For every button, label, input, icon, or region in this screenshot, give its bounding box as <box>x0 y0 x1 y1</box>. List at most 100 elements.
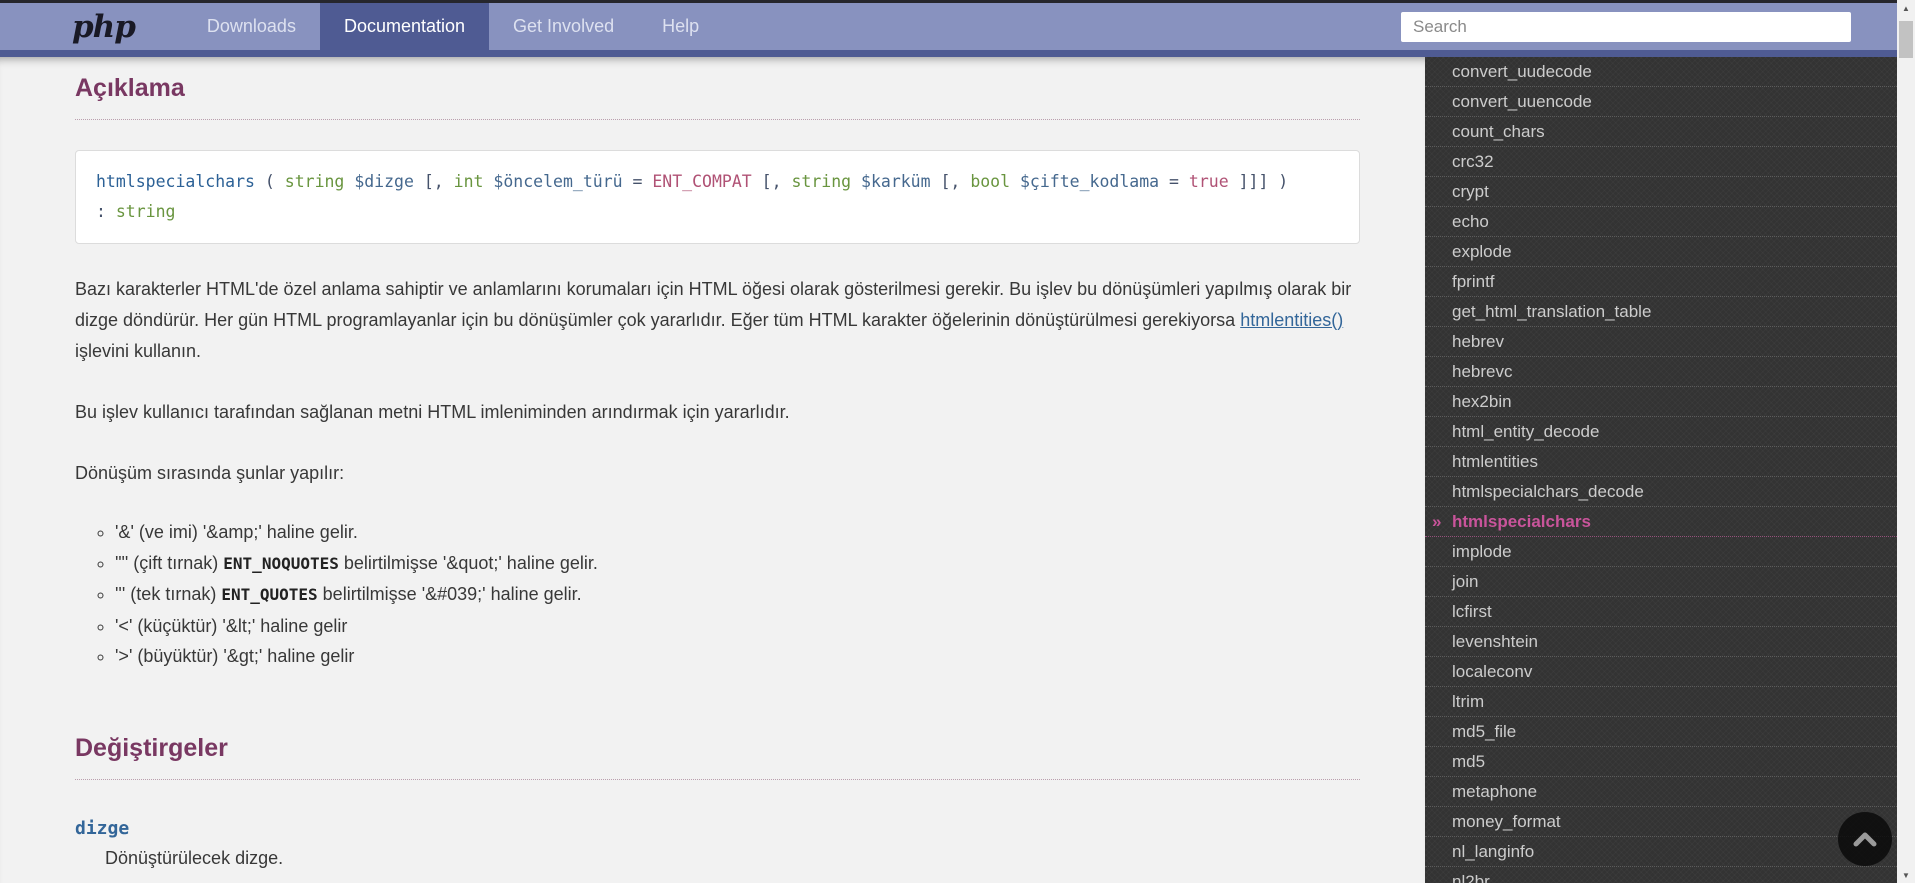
signature-token-param: $çifte_kodlama <box>1020 172 1160 191</box>
function-sidebar: convert_uudecode convert_uuencode count_ch… <box>1425 57 1897 883</box>
text-segment: belirtilmişse '&#039;' haline gelir. <box>317 584 582 604</box>
text-segment: ''' (tek tırnak) <box>115 584 222 604</box>
nav-item-downloads[interactable]: Downloads <box>183 3 320 57</box>
site-header: php Downloads Documentation Get Involved He… <box>0 3 1897 57</box>
signature-token-type: string <box>284 172 345 191</box>
sidebar-item-label: metaphone <box>1452 782 1538 801</box>
sidebar-item-label: htmlentities <box>1452 452 1538 471</box>
constant-code: ENT_QUOTES <box>221 585 318 604</box>
main-nav: Downloads Documentation Get Involved Help <box>183 3 723 57</box>
sidebar-item-label: html_entity_decode <box>1452 422 1600 441</box>
signature-token-plain <box>344 172 354 191</box>
section-heading-description: Açıklama <box>75 74 1360 120</box>
sidebar-item-localeconv[interactable]: localeconv <box>1425 657 1897 687</box>
doc-link[interactable]: htmlentities() <box>1240 310 1343 330</box>
text-segment: '&' (ve imi) '&amp;' haline gelir. <box>115 522 358 542</box>
sidebar-item-nl_langinfo[interactable]: nl_langinfo <box>1425 837 1897 867</box>
nav-item-get-involved[interactable]: Get Involved <box>489 3 638 57</box>
conversion-item: '&' (ve imi) '&amp;' haline gelir. <box>115 517 1275 548</box>
signature-token-plain: = <box>622 172 653 191</box>
signature-line-2: : string <box>96 197 1339 227</box>
scroll-to-top-button[interactable] <box>1838 812 1892 866</box>
sidebar-item-label: convert_uuencode <box>1452 92 1592 111</box>
sidebar-item-implode[interactable]: implode <box>1425 537 1897 567</box>
sidebar-item-echo[interactable]: echo <box>1425 207 1897 237</box>
scrollbar-up-arrow-icon[interactable]: ▲ <box>1897 0 1915 16</box>
scrollbar-down-arrow-icon[interactable]: ▼ <box>1897 867 1915 883</box>
signature-token-plain: : <box>96 202 116 221</box>
text-segment: Bazı karakterler HTML'de özel anlama sah… <box>75 279 1352 330</box>
sidebar-item-hebrev[interactable]: hebrev <box>1425 327 1897 357</box>
sidebar-item-label: echo <box>1452 212 1489 231</box>
sidebar-item-hebrevc[interactable]: hebrevc <box>1425 357 1897 387</box>
sidebar-item-convert_uudecode[interactable]: convert_uudecode <box>1425 57 1897 87</box>
sidebar-item-label: money_format <box>1452 812 1561 831</box>
sidebar-item-label: crypt <box>1452 182 1489 201</box>
text-segment: '<' (küçüktür) '&lt;' haline gelir <box>115 615 348 636</box>
content-row: Açıklama htmlspecialchars ( string $dizg… <box>0 57 1897 883</box>
sidebar-item-label: nl2br <box>1452 872 1490 883</box>
text-segment: işlevini kullanın. <box>75 341 202 361</box>
sidebar-item-money_format[interactable]: money_format <box>1425 807 1897 837</box>
sidebar-item-htmlentities[interactable]: htmlentities <box>1425 447 1897 477</box>
parameter-name: dizge <box>75 817 130 839</box>
sidebar-item-label: explode <box>1452 242 1512 261</box>
signature-token-param: $dizge <box>354 172 414 191</box>
function-signature: htmlspecialchars ( string $dizge [, int … <box>75 150 1360 244</box>
signature-token-type: int <box>453 172 484 191</box>
sidebar-item-nl2br[interactable]: nl2br <box>1425 867 1897 883</box>
sidebar-item-label: levenshtein <box>1452 632 1539 651</box>
description-paragraph-1: Bazı karakterler HTML'de özel anlama sah… <box>75 274 1360 367</box>
browser-scrollbar[interactable]: ▲ ▼ <box>1897 0 1915 883</box>
sidebar-item-label: hebrev <box>1452 332 1504 351</box>
conversion-item: '<' (küçüktür) '&lt;' haline gelir <box>115 611 1275 642</box>
sidebar-item-lcfirst[interactable]: lcfirst <box>1425 597 1897 627</box>
page-column: php Downloads Documentation Get Involved He… <box>0 0 1897 883</box>
sidebar-item-htmlspecialchars_decode[interactable]: htmlspecialchars_decode <box>1425 477 1897 507</box>
sidebar-item-label: htmlspecialchars_decode <box>1452 482 1644 501</box>
sidebar-item-md5[interactable]: md5 <box>1425 747 1897 777</box>
sidebar-item-htmlspecialchars[interactable]: » htmlspecialchars <box>1425 507 1897 537</box>
sidebar-item-label: hebrevc <box>1452 362 1513 381</box>
search-input[interactable] <box>1401 11 1851 42</box>
signature-token-type: string <box>115 202 176 221</box>
signature-token-plain: ( <box>254 172 285 191</box>
sidebar-item-ltrim[interactable]: ltrim <box>1425 687 1897 717</box>
conversion-item: ''' (tek tırnak) ENT_QUOTES belirtilmişs… <box>115 579 1275 611</box>
signature-token-const: true <box>1188 172 1229 191</box>
function-list: convert_uudecode convert_uuencode count_ch… <box>1425 57 1897 883</box>
sidebar-item-fprintf[interactable]: fprintf <box>1425 267 1897 297</box>
signature-token-plain <box>851 172 861 191</box>
sidebar-item-count_chars[interactable]: count_chars <box>1425 117 1897 147</box>
sidebar-item-crypt[interactable]: crypt <box>1425 177 1897 207</box>
sidebar-item-join[interactable]: join <box>1425 567 1897 597</box>
signature-token-plain: [, <box>413 172 454 191</box>
sidebar-item-convert_uuencode[interactable]: convert_uuencode <box>1425 87 1897 117</box>
sidebar-item-label: count_chars <box>1452 122 1545 141</box>
sidebar-item-md5_file[interactable]: md5_file <box>1425 717 1897 747</box>
php-logo[interactable]: php <box>72 9 136 45</box>
description-paragraph-3: Dönüşüm sırasında şunlar yapılır: <box>75 463 345 483</box>
nav-item-help[interactable]: Help <box>638 3 723 57</box>
section-heading-parameters: Değiştirgeler <box>75 734 1360 780</box>
signature-token-plain: [, <box>751 172 792 191</box>
sidebar-item-metaphone[interactable]: metaphone <box>1425 777 1897 807</box>
signature-token-param: $öncelem_türü <box>493 172 623 191</box>
nav-item-documentation[interactable]: Documentation <box>319 3 490 57</box>
sidebar-item-explode[interactable]: explode <box>1425 237 1897 267</box>
doc-main: Açıklama htmlspecialchars ( string $dizg… <box>0 57 1425 883</box>
sidebar-item-html_entity_decode[interactable]: html_entity_decode <box>1425 417 1897 447</box>
sidebar-item-get_html_translation_table[interactable]: get_html_translation_table <box>1425 297 1897 327</box>
sidebar-item-label: crc32 <box>1452 152 1494 171</box>
parameter-description: Dönüştürülecek dizge. <box>105 847 284 868</box>
signature-token-plain: ]]] ) <box>1228 172 1289 191</box>
conversion-item: '>' (büyüktür) '&gt;' haline gelir <box>115 641 1275 672</box>
sidebar-item-label: fprintf <box>1452 272 1495 291</box>
scrollbar-thumb[interactable] <box>1899 21 1913 58</box>
sidebar-item-label: htmlspecialchars <box>1452 512 1591 531</box>
sidebar-item-label: md5_file <box>1452 722 1517 741</box>
sidebar-item-hex2bin[interactable]: hex2bin <box>1425 387 1897 417</box>
sidebar-item-crc32[interactable]: crc32 <box>1425 147 1897 177</box>
sidebar-item-levenshtein[interactable]: levenshtein <box>1425 627 1897 657</box>
signature-token-const: ENT_COMPAT <box>652 172 752 191</box>
